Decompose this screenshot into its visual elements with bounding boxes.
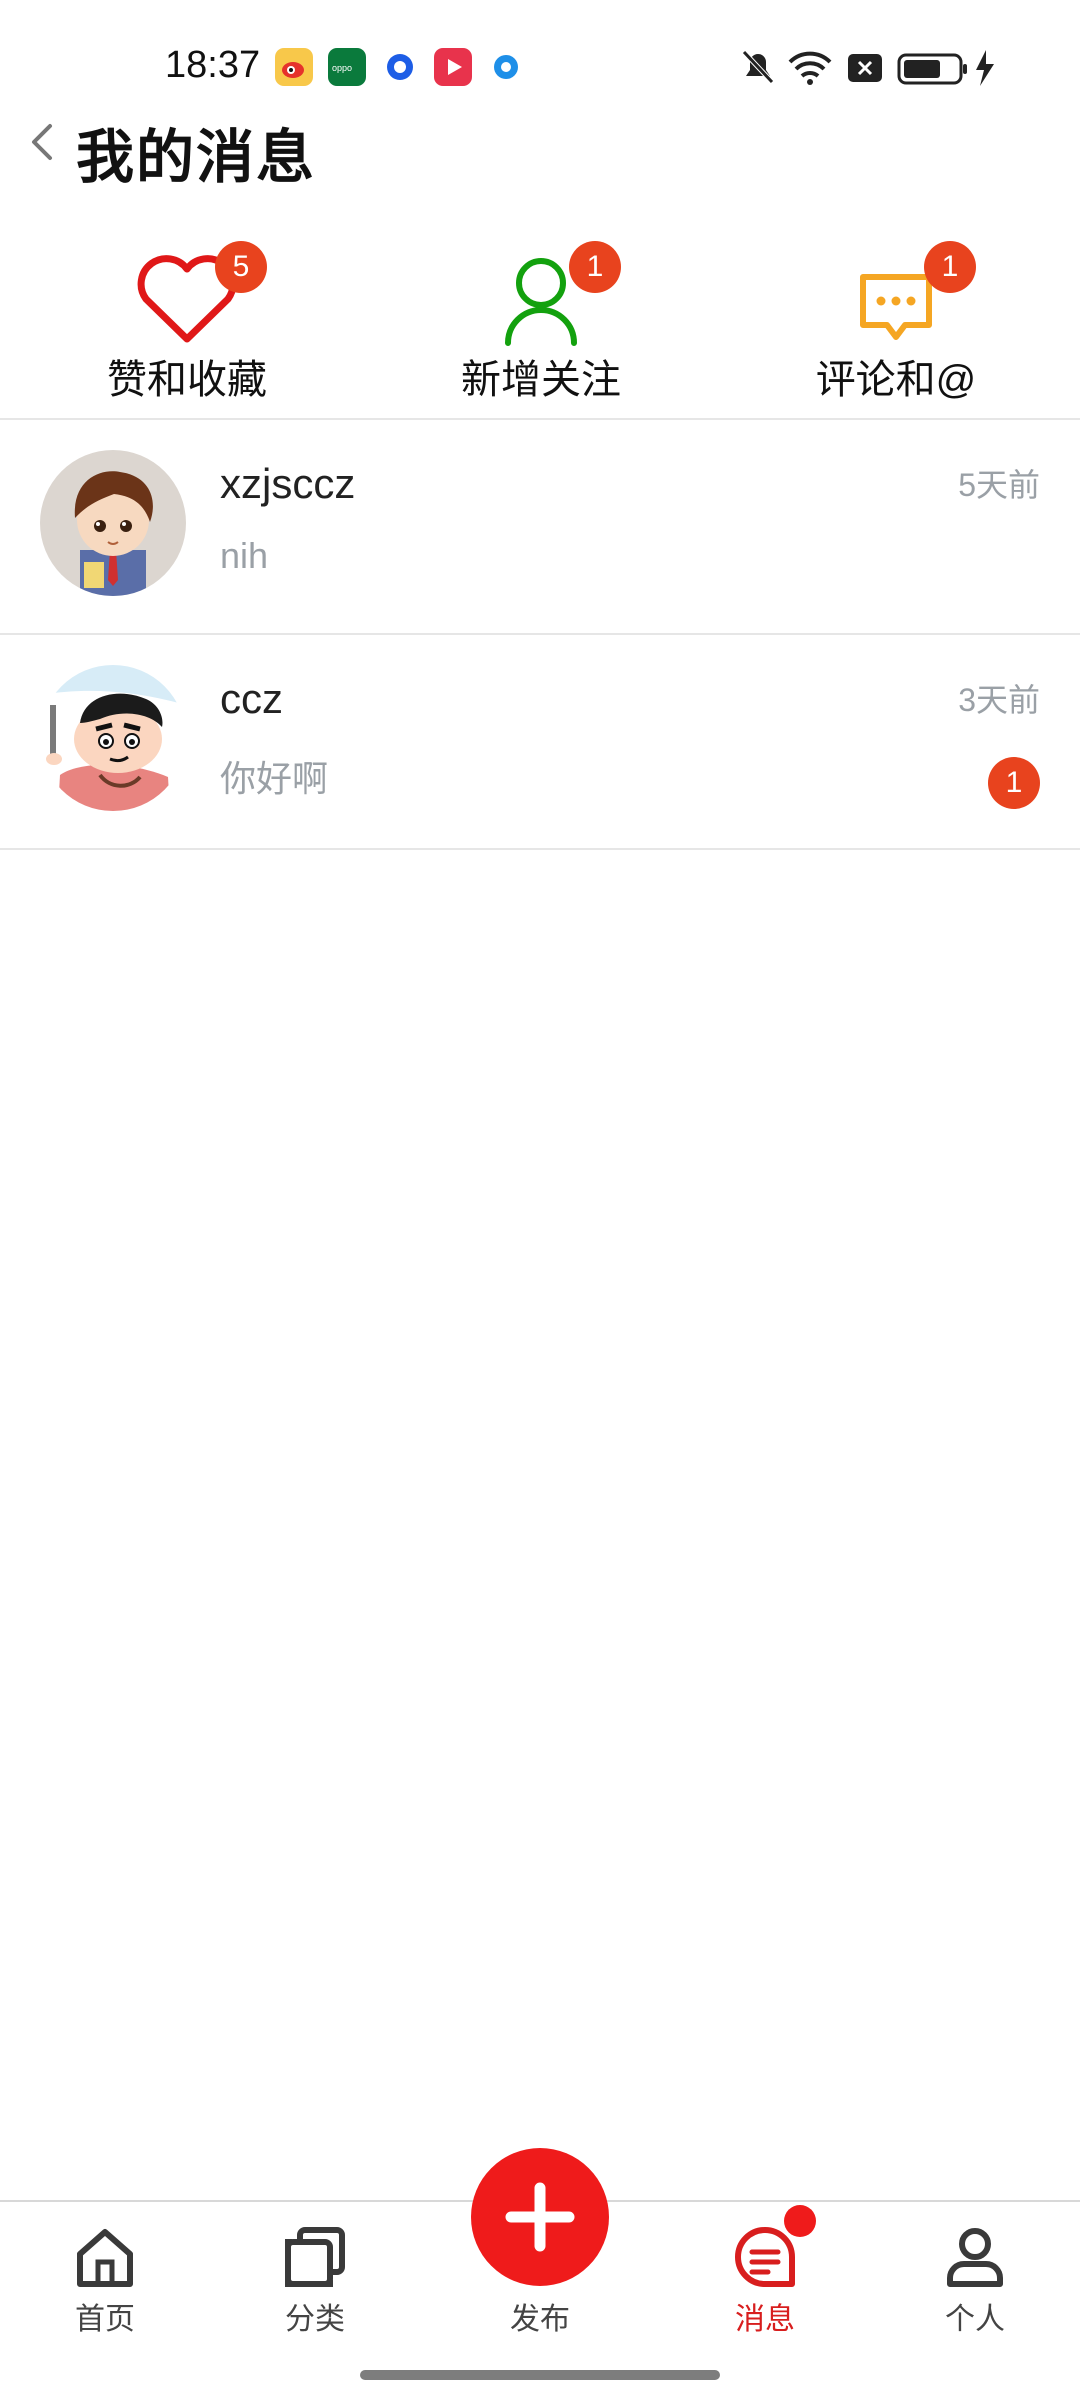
- wifi-icon: [788, 51, 832, 85]
- message-preview: 你好啊: [220, 758, 329, 799]
- avatar: [40, 665, 186, 811]
- nav-home[interactable]: 首页: [25, 2202, 185, 2352]
- home-icon: [70, 2222, 140, 2292]
- message-sender: ccz: [220, 675, 283, 722]
- home-indicator[interactable]: [360, 2370, 720, 2380]
- category-row: 5 赞和收藏 1 新增关注 1 评论和@: [0, 225, 1080, 415]
- category-new-followers[interactable]: 1 新增关注: [391, 225, 691, 415]
- close-box-icon: [848, 54, 882, 82]
- message-sender: xzjsccz: [220, 460, 356, 507]
- nav-label: 发布: [510, 2303, 570, 2336]
- nav-label: 首页: [75, 2303, 135, 2336]
- back-button[interactable]: [12, 112, 72, 172]
- chevron-left-icon: [32, 124, 52, 160]
- status-right-icons: [740, 48, 1000, 88]
- nav-label: 个人: [945, 2303, 1005, 2336]
- profile-icon: [940, 2222, 1010, 2292]
- page-title: 我的消息: [76, 125, 317, 190]
- header: 我的消息: [0, 100, 1080, 210]
- toggle-icon: [487, 48, 525, 86]
- weibo-icon: [275, 48, 313, 86]
- charging-icon: [976, 50, 994, 86]
- category-icon: [280, 2222, 350, 2292]
- publish-button[interactable]: [471, 2148, 609, 2286]
- svg-text:oppo: oppo: [332, 63, 352, 73]
- browser-icon: [381, 48, 419, 86]
- nav-profile[interactable]: 个人: [895, 2202, 1055, 2352]
- avatar: [40, 450, 186, 596]
- notification-dot: [784, 2205, 816, 2237]
- plus-icon: [505, 2182, 575, 2252]
- category-likes-favorites[interactable]: 5 赞和收藏: [37, 225, 337, 415]
- message-time: 3天前: [958, 682, 1040, 718]
- category-badge: 1: [924, 241, 976, 293]
- oppo-icon: oppo: [328, 48, 366, 86]
- nav-label: 分类: [285, 2303, 345, 2336]
- divider: [0, 848, 1080, 850]
- mute-bell-icon: [742, 50, 774, 84]
- category-label: 评论和@: [815, 358, 977, 402]
- message-row-xzjsccz[interactable]: xzjsccz nih 5天前: [0, 420, 1080, 632]
- category-label: 赞和收藏: [107, 358, 267, 402]
- message-preview: nih: [220, 535, 269, 576]
- unread-badge: 1: [988, 757, 1040, 809]
- nav-label: 消息: [735, 2303, 795, 2336]
- category-badge: 1: [569, 241, 621, 293]
- status-time: 18:37: [165, 44, 261, 86]
- category-comments-mentions[interactable]: 1 评论和@: [746, 225, 1046, 415]
- battery-icon: [897, 53, 967, 85]
- category-label: 新增关注: [461, 358, 621, 402]
- message-row-ccz[interactable]: ccz 你好啊 3天前 1: [0, 635, 1080, 847]
- category-badge: 5: [215, 241, 267, 293]
- nav-category[interactable]: 分类: [235, 2202, 395, 2352]
- message-time: 5天前: [958, 467, 1040, 503]
- video-icon: [434, 48, 472, 86]
- nav-message[interactable]: 消息: [685, 2202, 845, 2352]
